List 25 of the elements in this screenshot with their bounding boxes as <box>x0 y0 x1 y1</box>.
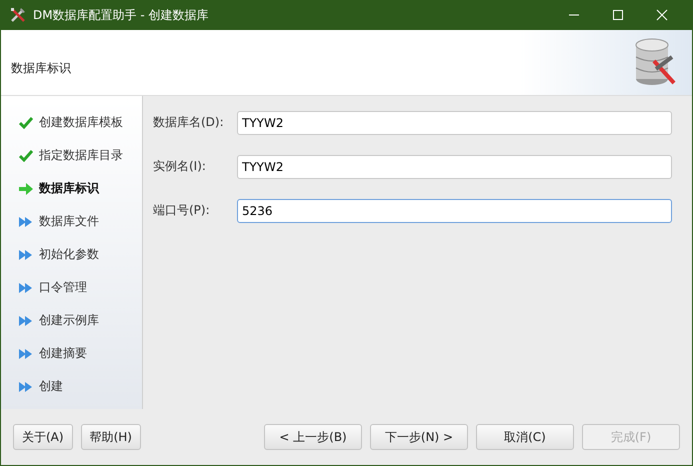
dialog-button[interactable]: 关于(A) <box>13 424 73 450</box>
step-label: 初始化参数 <box>39 246 99 263</box>
input-field[interactable]: TYYW2 <box>237 110 672 134</box>
dialog-button[interactable]: 取消(C) <box>476 424 574 450</box>
step-label: 数据库标识 <box>39 180 99 197</box>
page-title: 数据库标识 <box>11 60 71 77</box>
field-label: 实例名(I): <box>153 158 207 175</box>
step-label: 创建示例库 <box>39 312 99 329</box>
step-label: 创建数据库模板 <box>39 114 123 131</box>
step-label: 数据库文件 <box>39 213 99 230</box>
field-label: 数据库名(D): <box>153 114 225 131</box>
field-label: 端口号(P): <box>153 202 211 219</box>
step-label: 创建摘要 <box>39 345 87 362</box>
step-label: 创建 <box>39 378 63 395</box>
step-label: 口令管理 <box>39 279 87 296</box>
dialog-button[interactable]: < 上一步(B) <box>264 424 362 450</box>
tools-icon <box>9 6 27 24</box>
dialog-button[interactable]: 下一步(N) > <box>370 424 468 450</box>
step-label: 指定数据库目录 <box>39 147 123 164</box>
input-field[interactable]: 5236 <box>237 198 672 222</box>
input-field[interactable]: TYYW2 <box>237 154 672 178</box>
dialog-button[interactable]: 帮助(H) <box>80 424 141 450</box>
window-title: DM数据库配置助手 - 创建数据库 <box>33 6 209 24</box>
maximize-icon[interactable] <box>612 9 624 21</box>
close-icon[interactable] <box>656 9 668 21</box>
